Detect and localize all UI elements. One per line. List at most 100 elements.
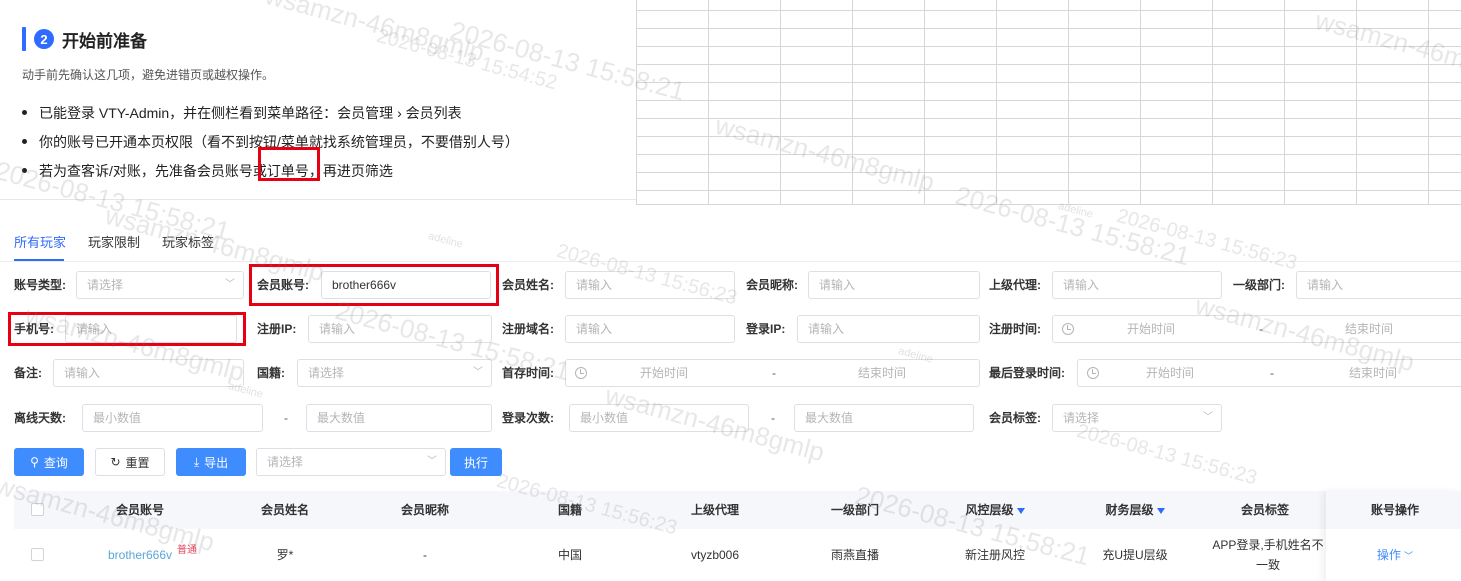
clock-icon [1087, 367, 1099, 379]
nationality-select[interactable]: 请选择 ﹀ [297, 359, 492, 387]
checklist-item-text: 若为查客诉/对账，先准备会员账号或订单号，再进页筛选 [39, 162, 393, 179]
last-login-time-label: 最后登录时间: [989, 366, 1065, 380]
register-domain-label: 注册域名: [502, 322, 554, 336]
watermark: adeline [426, 230, 465, 251]
login-count-min[interactable]: 最小数值 [569, 404, 749, 432]
offline-days-min[interactable]: 最小数值 [82, 404, 263, 432]
register-ip-input[interactable]: 请输入 [308, 315, 492, 343]
clock-icon [575, 367, 587, 379]
filter-icon[interactable] [1156, 507, 1165, 514]
account-type-select[interactable]: 请选择 ﹀ [76, 271, 244, 299]
first-deposit-time-range[interactable]: 开始时间 - 结束时间 [565, 359, 980, 387]
refresh-icon: ↻ [110, 455, 121, 469]
nationality-cell: 中国 [557, 548, 582, 562]
range-separator: - [1259, 322, 1263, 336]
spreadsheet-grid [636, 0, 1461, 205]
risk-level-cell: 新注册风控 [964, 548, 1025, 562]
col-superior-agent[interactable]: 上级代理 [660, 491, 770, 529]
doc-card: 2 开始前准备 动手前先确认这几项，避免进错页或越权操作。 已能登录 VTY-A… [0, 0, 636, 205]
last-login-time-range[interactable]: 开始时间 - 结束时间 [1077, 359, 1461, 387]
col-member-nickname[interactable]: 会员昵称 [370, 491, 480, 529]
query-button[interactable]: ⚲ 查询 [14, 448, 84, 476]
col-nationality[interactable]: 国籍 [515, 491, 625, 529]
operation-label: 操作 [1376, 548, 1401, 562]
register-time-end[interactable]: 结束时间 [1345, 316, 1393, 342]
member-nickname-cell: - [423, 548, 427, 562]
register-ip-label: 注册IP: [257, 322, 297, 336]
step-number-badge: 2 [34, 29, 54, 49]
col-finance-level[interactable]: 财务层级 [1075, 491, 1195, 529]
range-separator: - [284, 411, 288, 425]
chevron-down-icon: ﹀ [1203, 412, 1213, 423]
register-time-start[interactable]: 开始时间 [1127, 316, 1175, 342]
col-risk-level-label: 风控层级 [965, 503, 1014, 517]
query-button-label: 查询 [43, 455, 68, 470]
tab-player-restrictions[interactable]: 玩家限制 [88, 232, 140, 252]
tab-divider [0, 261, 1461, 262]
batch-action-select[interactable]: 请选择 ﹀ [256, 448, 446, 476]
col-member-account[interactable]: 会员账号 [70, 491, 210, 529]
doc-subtitle: 动手前先确认这几项，避免进错页或越权操作。 [22, 68, 275, 82]
export-button[interactable]: ⤓ 导出 [176, 448, 246, 476]
execute-button[interactable]: 执行 [450, 448, 502, 476]
remark-label: 备注: [14, 366, 42, 380]
offline-days-max[interactable]: 最大数值 [306, 404, 492, 432]
tab-all-players[interactable]: 所有玩家 [14, 232, 66, 252]
chevron-down-icon: ﹀ [1404, 551, 1414, 561]
member-name-cell: 罗* [276, 548, 294, 562]
reset-button[interactable]: ↻ 重置 [95, 448, 165, 476]
reset-button-label: 重置 [125, 455, 150, 470]
highlight-box-member-account [249, 264, 499, 306]
filter-icon[interactable] [1016, 507, 1025, 514]
col-first-dept[interactable]: 一级部门 [800, 491, 910, 529]
first-deposit-time-label: 首存时间: [502, 366, 554, 380]
col-member-tags[interactable]: 会员标签 [1210, 491, 1320, 529]
first-dept-input[interactable]: 请输入 [1296, 271, 1461, 299]
range-separator: - [1270, 366, 1274, 380]
member-name-label: 会员姓名: [502, 278, 554, 292]
col-account-operation[interactable]: 账号操作 [1340, 491, 1450, 529]
chevron-down-icon: ﹀ [225, 279, 235, 290]
member-level-badge: 普通 [177, 545, 197, 556]
tab-player-tags[interactable]: 玩家标签 [162, 232, 214, 252]
member-tags-line: 一致 [1255, 558, 1280, 572]
nationality-label: 国籍: [257, 366, 285, 380]
watermark: 2026-08-13 15:56:23 [1114, 205, 1300, 275]
last-login-time-start[interactable]: 开始时间 [1146, 360, 1194, 386]
login-ip-label: 登录IP: [746, 322, 786, 336]
nationality-placeholder: 请选择 [308, 366, 345, 380]
col-finance-level-label: 财务层级 [1105, 503, 1154, 517]
register-time-label: 注册时间: [989, 322, 1041, 336]
row-checkbox[interactable] [31, 548, 44, 561]
member-nickname-input[interactable]: 请输入 [808, 271, 980, 299]
superior-agent-label: 上级代理: [989, 278, 1041, 292]
first-dept-cell: 雨燕直播 [830, 548, 879, 562]
page: 2 开始前准备 动手前先确认这几项，避免进错页或越权操作。 已能登录 VTY-A… [0, 0, 1461, 581]
heading-accent-bar [22, 27, 26, 51]
search-icon: ⚲ [30, 455, 39, 469]
select-all-checkbox[interactable] [31, 503, 44, 516]
col-risk-level[interactable]: 风控层级 [935, 491, 1055, 529]
last-login-time-end[interactable]: 结束时间 [1349, 360, 1397, 386]
first-deposit-time-end[interactable]: 结束时间 [858, 360, 906, 386]
tab-bar: 所有玩家 玩家限制 玩家标签 [14, 232, 236, 252]
login-count-max[interactable]: 最大数值 [794, 404, 974, 432]
register-time-range[interactable]: 开始时间 - 结束时间 [1052, 315, 1461, 343]
member-tags-select[interactable]: 请选择 ﹀ [1052, 404, 1222, 432]
login-ip-input[interactable]: 请输入 [797, 315, 980, 343]
highlight-box-order-number [258, 147, 320, 181]
operation-dropdown[interactable]: 操作 ﹀ [1340, 529, 1450, 581]
offline-days-label: 离线天数: [14, 411, 66, 425]
remark-input[interactable]: 请输入 [53, 359, 244, 387]
member-tags-label: 会员标签: [989, 411, 1041, 425]
register-domain-input[interactable]: 请输入 [565, 315, 735, 343]
member-nickname-label: 会员昵称: [746, 278, 798, 292]
col-member-name[interactable]: 会员姓名 [230, 491, 340, 529]
member-name-input[interactable]: 请输入 [565, 271, 735, 299]
checklist-item: 已能登录 VTY-Admin，并在侧栏看到菜单路径：会员管理 › 会员列表 [22, 98, 519, 127]
superior-agent-cell: vtyzb006 [690, 548, 740, 562]
first-deposit-time-start[interactable]: 开始时间 [640, 360, 688, 386]
batch-action-placeholder: 请选择 [267, 455, 304, 469]
superior-agent-input[interactable]: 请输入 [1052, 271, 1222, 299]
member-tags-cell: APP登录,手机姓名不 一致 [1212, 535, 1324, 575]
